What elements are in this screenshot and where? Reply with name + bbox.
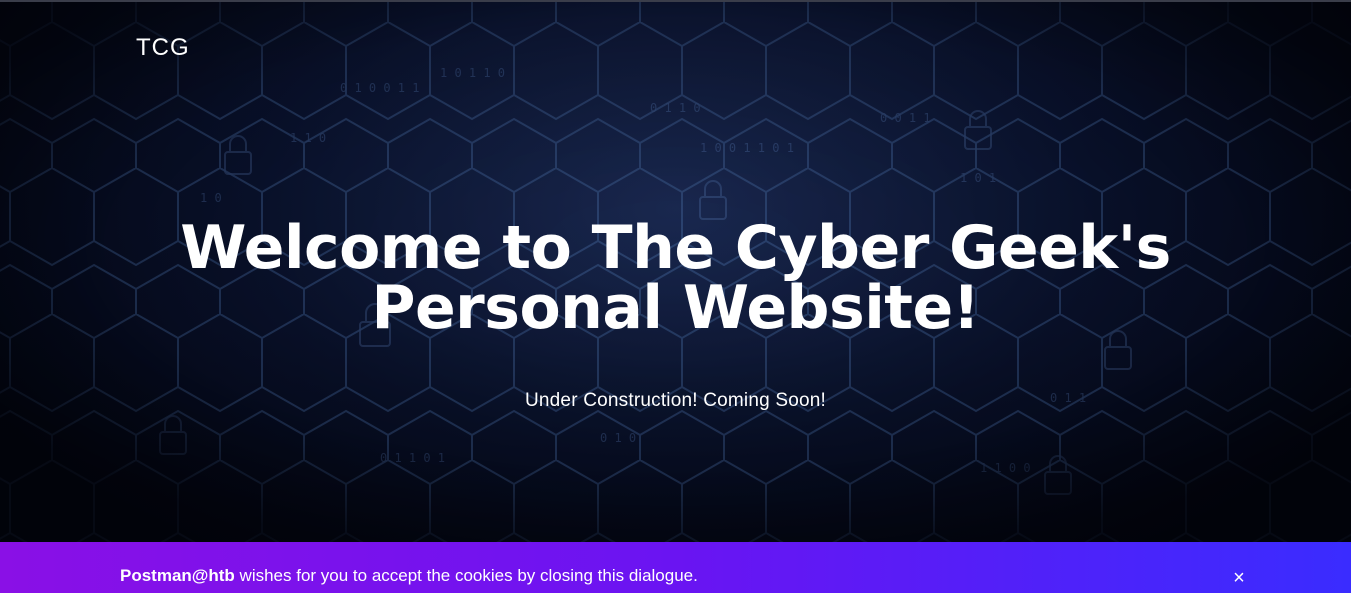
cookie-banner-text: Postman@htb wishes for you to accept the… [120,566,698,586]
cookie-banner-sender: Postman@htb [120,566,235,585]
site-brand-logo[interactable]: TCG [136,34,190,62]
page-title: Welcome to The Cyber Geek's Personal Web… [0,218,1351,338]
page: 0 1 0 0 1 1 1 0 1 1 0 0 1 1 0 1 0 0 1 1 … [0,0,1351,593]
page-title-line2: Personal Website! [371,273,980,343]
close-icon[interactable]: × [1229,568,1249,588]
page-title-line1: Welcome to The Cyber Geek's [180,213,1171,283]
cookie-banner: Postman@htb wishes for you to accept the… [0,542,1351,593]
hero-section: Welcome to The Cyber Geek's Personal Web… [0,218,1351,412]
cookie-banner-message: wishes for you to accept the cookies by … [234,566,698,585]
page-subtitle: Under Construction! Coming Soon! [524,390,827,411]
